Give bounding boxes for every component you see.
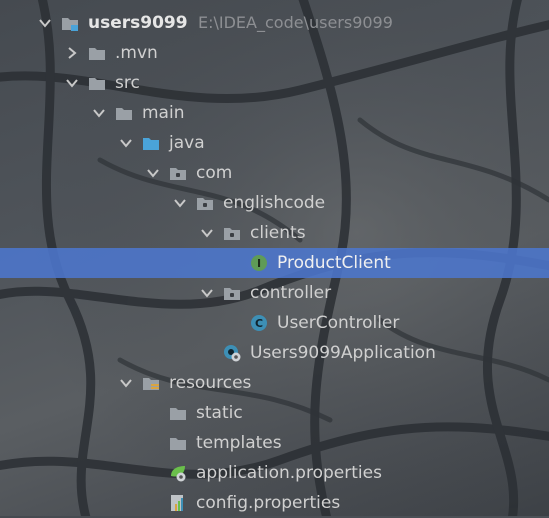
- chevron-down-icon[interactable]: [200, 226, 214, 240]
- folder-icon: [115, 104, 133, 122]
- module-path: E:\IDEA_code\users9099: [198, 13, 393, 32]
- folder-icon: [88, 74, 106, 92]
- svg-text:I: I: [257, 257, 261, 270]
- tree-item-label: users9099: [88, 13, 188, 33]
- tree-row-users9099application[interactable]: Users9099Application: [0, 338, 549, 368]
- tree-item-label: com: [196, 163, 233, 183]
- tree-row-resources[interactable]: resources: [0, 368, 549, 398]
- tree-row-com[interactable]: com: [0, 158, 549, 188]
- tree-item-label: UserController: [277, 313, 400, 333]
- spring-boot-class-icon: [223, 344, 241, 362]
- tree-row-clients[interactable]: clients: [0, 218, 549, 248]
- tree-item-label: clients: [250, 223, 306, 243]
- tree-row-templates[interactable]: templates: [0, 428, 549, 458]
- chevron-down-icon[interactable]: [92, 106, 106, 120]
- tree-row-config-properties[interactable]: config.properties: [0, 488, 549, 518]
- tree-item-label: static: [196, 403, 243, 423]
- folder-icon: [169, 404, 187, 422]
- package-icon: [196, 194, 214, 212]
- module-folder-icon: [61, 14, 79, 32]
- class-icon: C: [250, 314, 268, 332]
- svg-text:C: C: [255, 317, 263, 330]
- source-folder-icon: [142, 134, 160, 152]
- chevron-down-icon[interactable]: [119, 136, 133, 150]
- tree-item-label: englishcode: [223, 193, 326, 213]
- tree-row-productclient[interactable]: I ProductClient: [0, 248, 549, 278]
- tree-item-label: config.properties: [196, 493, 341, 513]
- spring-properties-icon: [169, 464, 187, 482]
- tree-item-label: .mvn: [115, 43, 158, 63]
- chevron-down-icon[interactable]: [200, 286, 214, 300]
- chevron-down-icon[interactable]: [65, 76, 79, 90]
- tree-item-label: templates: [196, 433, 282, 453]
- tree-row-main[interactable]: main: [0, 98, 549, 128]
- interface-icon: I: [250, 254, 268, 272]
- properties-file-icon: [169, 494, 187, 512]
- chevron-down-icon[interactable]: [119, 376, 133, 390]
- folder-icon: [169, 434, 187, 452]
- tree-item-label: application.properties: [196, 463, 382, 483]
- folder-icon: [88, 44, 106, 62]
- tree-row-controller[interactable]: controller: [0, 278, 549, 308]
- tree-item-label: src: [115, 73, 140, 93]
- tree-row-application-properties[interactable]: application.properties: [0, 458, 549, 488]
- package-icon: [223, 224, 241, 242]
- tree-item-label: resources: [169, 373, 252, 393]
- tree-item-label: main: [142, 103, 185, 123]
- chevron-right-icon[interactable]: [65, 46, 79, 60]
- package-icon: [169, 164, 187, 182]
- tree-row-java[interactable]: java: [0, 128, 549, 158]
- package-icon: [223, 284, 241, 302]
- tree-row-src[interactable]: src: [0, 68, 549, 98]
- tree-row-static[interactable]: static: [0, 398, 549, 428]
- tree-row-englishcode[interactable]: englishcode: [0, 188, 549, 218]
- chevron-down-icon[interactable]: [173, 196, 187, 210]
- chevron-down-icon[interactable]: [146, 166, 160, 180]
- resources-folder-icon: [142, 374, 160, 392]
- chevron-down-icon[interactable]: [38, 16, 52, 30]
- tree-row-users9099[interactable]: users9099 E:\IDEA_code\users9099: [0, 8, 549, 38]
- tree-row-mvn[interactable]: .mvn: [0, 38, 549, 68]
- tree-item-label: Users9099Application: [250, 343, 436, 363]
- tree-item-label: controller: [250, 283, 332, 303]
- tree-item-label: java: [169, 133, 205, 153]
- tree-item-label: ProductClient: [277, 253, 391, 273]
- tree-row-usercontroller[interactable]: C UserController: [0, 308, 549, 338]
